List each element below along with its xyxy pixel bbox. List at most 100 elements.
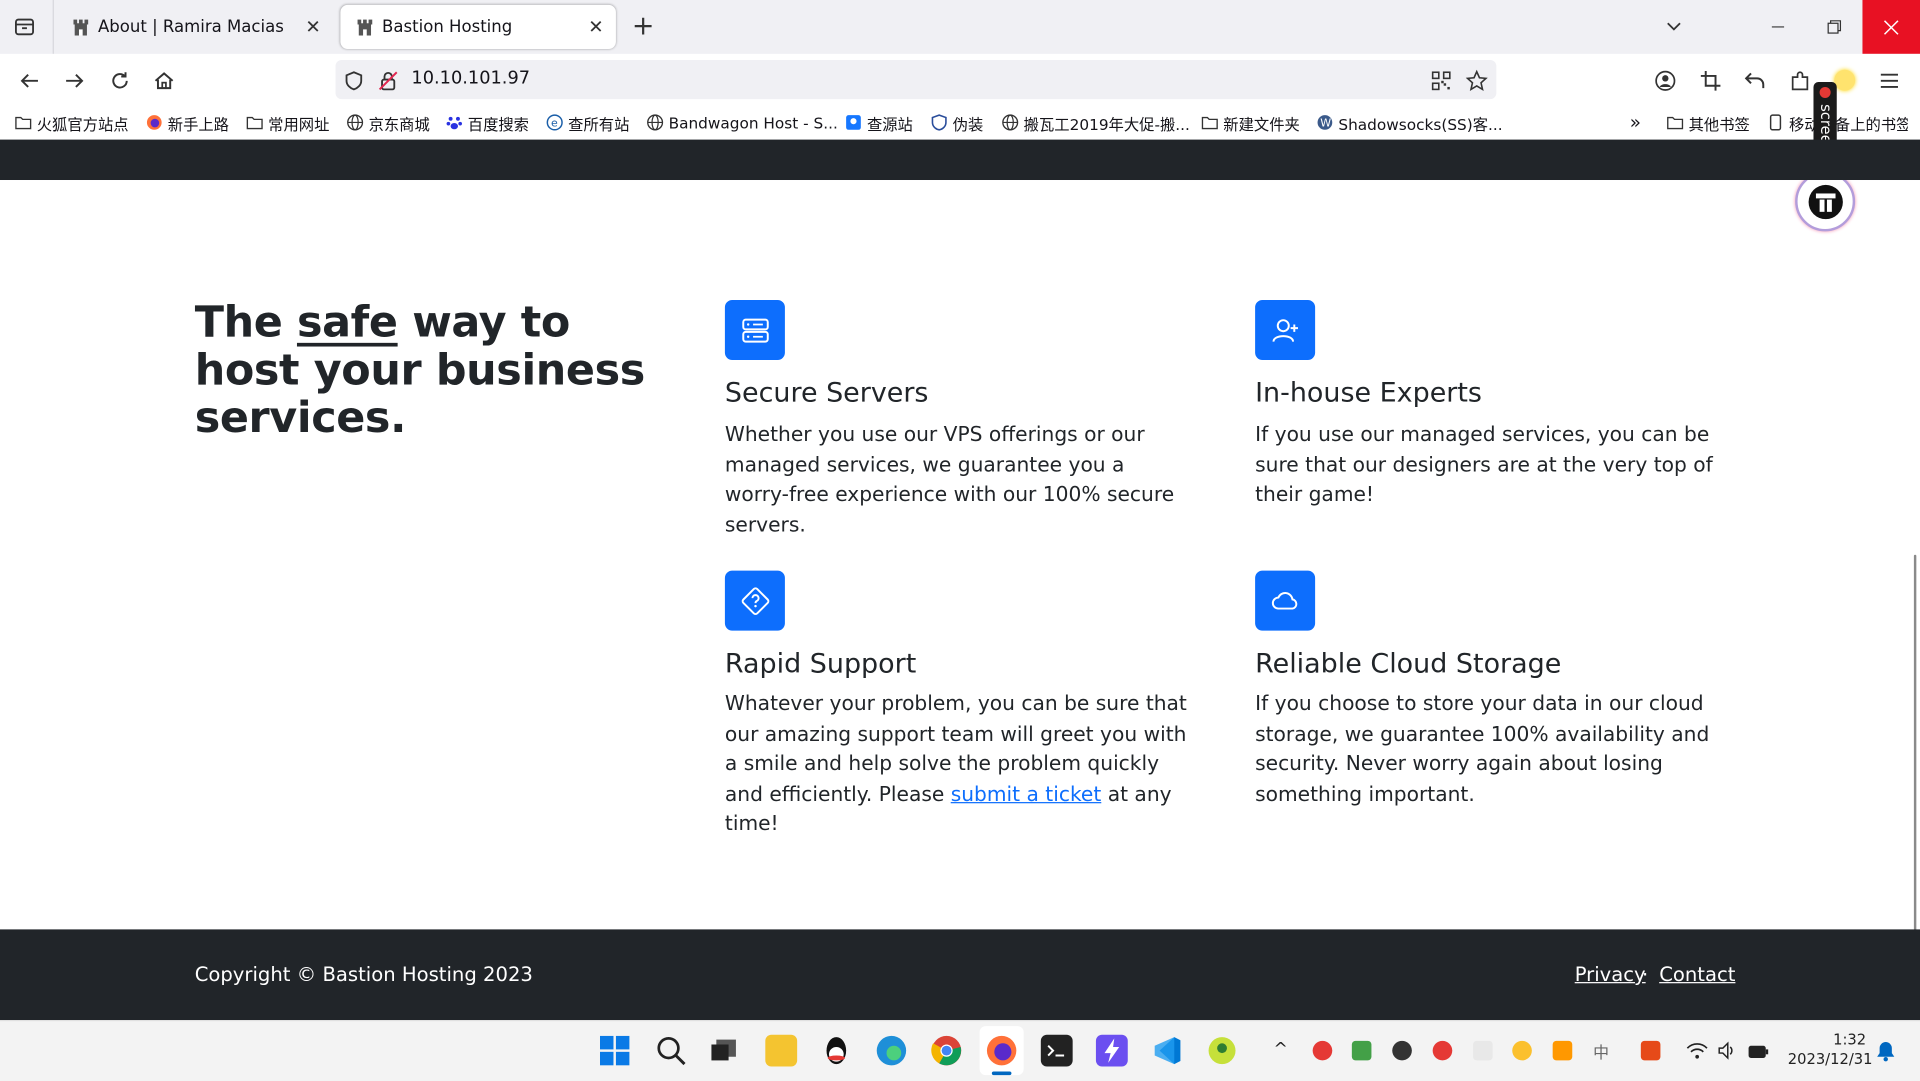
notification-bell-icon[interactable]: [1876, 1040, 1896, 1067]
bookmark-label: 新手上路: [167, 114, 230, 133]
chrome-icon[interactable]: [931, 1035, 963, 1067]
firefox-icon[interactable]: [986, 1035, 1018, 1067]
feature-title: Rapid Support: [724, 648, 917, 680]
clock-date[interactable]: 2023/12/31: [1788, 1051, 1873, 1068]
bookmark-item[interactable]: e 查所有站: [546, 111, 629, 133]
shield-s-icon: [931, 114, 947, 131]
terminal-icon[interactable]: [1040, 1034, 1073, 1067]
tray-app-icon[interactable]: [1473, 1040, 1493, 1061]
bookmark-item[interactable]: 百度搜索: [446, 111, 529, 133]
feature-title: Reliable Cloud Storage: [1255, 648, 1562, 680]
site-navbar: [0, 139, 1920, 181]
account-icon[interactable]: [1652, 67, 1679, 94]
tray-overflow-icon[interactable]: ^: [1273, 1040, 1287, 1060]
bookmark-item[interactable]: 搬瓦工2019年大促-搬...: [1002, 111, 1190, 133]
bookmark-item[interactable]: 京东商城: [347, 111, 430, 133]
bookmark-item[interactable]: 新建文件夹: [1201, 111, 1300, 133]
window-close-button[interactable]: [1862, 0, 1920, 54]
bookmarks-overflow-button[interactable]: »: [1630, 111, 1641, 133]
bookmark-item[interactable]: 新手上路: [146, 111, 229, 133]
castle-icon: [357, 19, 373, 36]
bookmark-item[interactable]: 常用网址: [246, 111, 329, 133]
folder-icon: [1667, 116, 1684, 130]
screenrec-logo-icon[interactable]: [1795, 171, 1856, 232]
new-tab-button[interactable]: +: [632, 11, 655, 42]
hero-heading: The safe way to host your business servi…: [195, 299, 685, 443]
bookmark-label: 其他书签: [1688, 114, 1750, 133]
tab-list-icon[interactable]: [11, 13, 38, 40]
wifi-icon[interactable]: [1686, 1041, 1708, 1065]
other-bookmarks[interactable]: 其他书签: [1667, 111, 1750, 133]
firefox-icon: [146, 115, 162, 130]
back-icon[interactable]: [16, 67, 43, 94]
reload-icon[interactable]: [107, 67, 134, 94]
insecure-lock-icon[interactable]: [375, 67, 402, 94]
bookmark-label: 查所有站: [568, 114, 630, 133]
bookmark-label: 查源站: [866, 114, 913, 133]
volume-icon[interactable]: [1717, 1041, 1737, 1065]
extensions-icon[interactable]: [1787, 67, 1814, 94]
bookmark-label: 百度搜索: [467, 114, 530, 133]
file-explorer-icon[interactable]: [765, 1034, 798, 1067]
bookmark-item[interactable]: W Shadowsocks(SS)客...: [1316, 111, 1503, 133]
bookmark-item[interactable]: Bandwagon Host - S...: [647, 111, 838, 133]
footer-separator: ·: [1642, 962, 1649, 986]
qr-code-icon[interactable]: [1428, 67, 1455, 94]
svg-text:e: e: [551, 117, 558, 130]
mobile-bookmarks[interactable]: 移动设备上的书签: [1767, 111, 1908, 133]
menu-icon[interactable]: [1876, 67, 1903, 94]
feature-description: Whatever your problem, you can be sure t…: [725, 689, 1190, 839]
privacy-link[interactable]: Privacy: [1575, 962, 1646, 985]
home-icon[interactable]: [151, 67, 178, 94]
restore-icon[interactable]: [1821, 13, 1848, 40]
bolt-app-icon[interactable]: [1095, 1034, 1128, 1067]
tab-about[interactable]: About | Ramira Macias ✕: [56, 5, 333, 49]
castle-icon: [73, 19, 89, 36]
bookmark-item[interactable]: 查源站: [845, 111, 913, 133]
tray-app-icon[interactable]: [1640, 1040, 1661, 1061]
undo-icon[interactable]: [1741, 67, 1768, 94]
bookmark-label: 搬瓦工2019年大促-搬...: [1023, 114, 1190, 133]
tray-app-icon[interactable]: [1552, 1040, 1573, 1061]
task-view-icon[interactable]: [710, 1037, 737, 1061]
globe-icon: [347, 114, 364, 131]
bookmark-item[interactable]: 火狐官方站点: [15, 111, 129, 133]
bookmark-item[interactable]: 伪装: [931, 111, 983, 133]
tray-app-icon[interactable]: [1312, 1040, 1333, 1061]
battery-icon[interactable]: [1747, 1042, 1769, 1065]
tray-app-icon[interactable]: [1351, 1040, 1372, 1061]
green-app-icon[interactable]: [1206, 1035, 1238, 1067]
clock-time[interactable]: 1:32: [1827, 1031, 1866, 1048]
vscode-icon[interactable]: [1151, 1035, 1183, 1067]
search-icon[interactable]: [655, 1035, 687, 1067]
submit-ticket-link[interactable]: submit a ticket: [951, 782, 1102, 805]
shield-icon[interactable]: [340, 67, 367, 94]
tab-strip: About | Ramira Macias ✕ Bastion Hosting …: [0, 0, 1920, 54]
url-text[interactable]: 10.10.101.97: [411, 69, 530, 89]
forward-icon[interactable]: [61, 67, 88, 94]
star-icon[interactable]: [1463, 67, 1490, 94]
active-indicator: [991, 1071, 1012, 1076]
feature-title: In-house Experts: [1255, 378, 1482, 409]
edge-icon[interactable]: [876, 1035, 908, 1067]
extension-badge-icon[interactable]: [1834, 69, 1856, 91]
tray-app-icon[interactable]: [1392, 1040, 1412, 1061]
close-icon[interactable]: ✕: [305, 16, 320, 38]
close-icon[interactable]: ✕: [588, 16, 603, 38]
bookmark-label: Bandwagon Host - S...: [668, 113, 838, 132]
crop-icon[interactable]: [1697, 67, 1724, 94]
svg-text:W: W: [1320, 117, 1331, 130]
tab-bastion[interactable]: Bastion Hosting ✕: [340, 4, 616, 49]
mobile-icon: [1769, 114, 1782, 131]
bookmark-label: 火狐官方站点: [36, 114, 129, 133]
windows-start-icon[interactable]: [599, 1035, 631, 1067]
chevron-down-icon[interactable]: [1660, 13, 1687, 40]
minimize-icon[interactable]: [1765, 13, 1792, 40]
tray-app-icon[interactable]: [1512, 1040, 1532, 1061]
tray-app-icon[interactable]: [1432, 1040, 1453, 1061]
ime-indicator[interactable]: 中: [1593, 1040, 1609, 1062]
qq-icon[interactable]: [820, 1035, 852, 1067]
person-add-icon: [1255, 300, 1316, 361]
contact-link[interactable]: Contact: [1659, 962, 1735, 985]
tab-title: About | Ramira Macias: [97, 17, 284, 37]
